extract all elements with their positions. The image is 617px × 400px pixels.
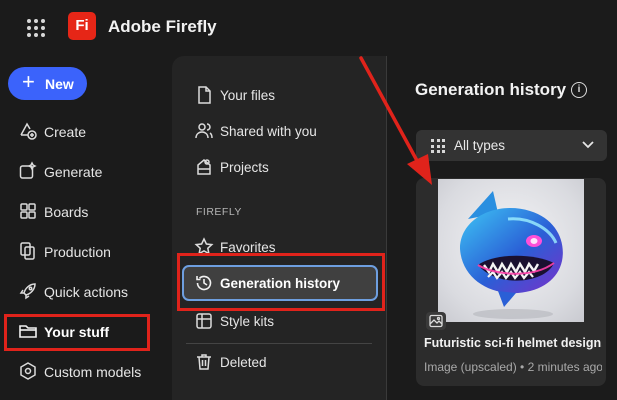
nav-label: Custom models	[44, 364, 142, 380]
shared-icon	[194, 121, 214, 141]
trash-icon	[194, 352, 214, 372]
new-button[interactable]: + New	[8, 67, 87, 100]
page-title: Generation history	[415, 80, 567, 99]
production-icon	[18, 241, 38, 261]
plus-icon: +	[22, 69, 35, 94]
menu-item-shared-with-you[interactable]: Shared with you	[182, 113, 378, 149]
generation-card[interactable]: Futuristic sci-fi helmet design... Image…	[416, 178, 606, 386]
file-icon	[194, 85, 214, 105]
menu-item-label: Deleted	[220, 355, 267, 370]
new-button-label: New	[45, 76, 74, 92]
nav-item-generate[interactable]: Generate	[8, 153, 156, 189]
style-kits-icon	[194, 311, 214, 331]
image-type-icon	[426, 312, 446, 330]
menu-item-projects[interactable]: Projects	[182, 149, 378, 185]
nav-label: Create	[44, 124, 87, 140]
nav-item-boards[interactable]: Boards	[8, 193, 156, 229]
info-icon[interactable]: i	[571, 82, 587, 98]
type-filter-dropdown[interactable]: All types	[416, 130, 607, 161]
menu-item-label: Shared with you	[220, 124, 317, 139]
nav-item-custom-models[interactable]: Custom models	[8, 353, 156, 389]
projects-icon	[194, 157, 214, 177]
nav-item-create[interactable]: Create	[8, 113, 156, 149]
nav-label: Production	[44, 244, 111, 260]
custom-models-icon	[18, 361, 38, 381]
nav-label: Boards	[44, 204, 89, 220]
nav-item-production[interactable]: Production	[8, 233, 156, 269]
generation-meta: Image (upscaled) • 2 minutes ago	[424, 360, 602, 374]
grid-icon	[431, 139, 445, 153]
nav-label: Generate	[44, 164, 103, 180]
boards-icon	[18, 201, 38, 221]
create-icon	[18, 121, 38, 141]
highlight-your-stuff	[4, 314, 150, 351]
highlight-generation-history	[177, 253, 385, 311]
nav-item-quick-actions[interactable]: Quick actions	[8, 273, 156, 309]
top-bar: Fi Adobe Firefly	[0, 0, 617, 56]
menu-item-deleted[interactable]: Deleted	[182, 344, 378, 380]
type-filter-value: All types	[454, 138, 506, 153]
menu-item-label: Projects	[220, 160, 269, 175]
menu-item-label: Your files	[220, 88, 276, 103]
generated-image-thumbnail[interactable]	[438, 179, 584, 322]
chevron-down-icon	[581, 137, 595, 151]
section-label-firefly: FIREFLY	[196, 206, 242, 218]
generate-icon	[18, 161, 38, 181]
generation-title: Futuristic sci-fi helmet design...	[424, 336, 602, 350]
app-switcher-icon[interactable]	[27, 19, 45, 37]
menu-item-label: Style kits	[220, 314, 275, 329]
menu-item-your-files[interactable]: Your files	[182, 77, 378, 113]
firefly-logo[interactable]: Fi	[68, 12, 96, 40]
panel-divider	[386, 56, 387, 400]
app-title[interactable]: Adobe Firefly	[108, 17, 217, 37]
rocket-icon	[18, 281, 38, 301]
nav-label: Quick actions	[44, 284, 129, 300]
